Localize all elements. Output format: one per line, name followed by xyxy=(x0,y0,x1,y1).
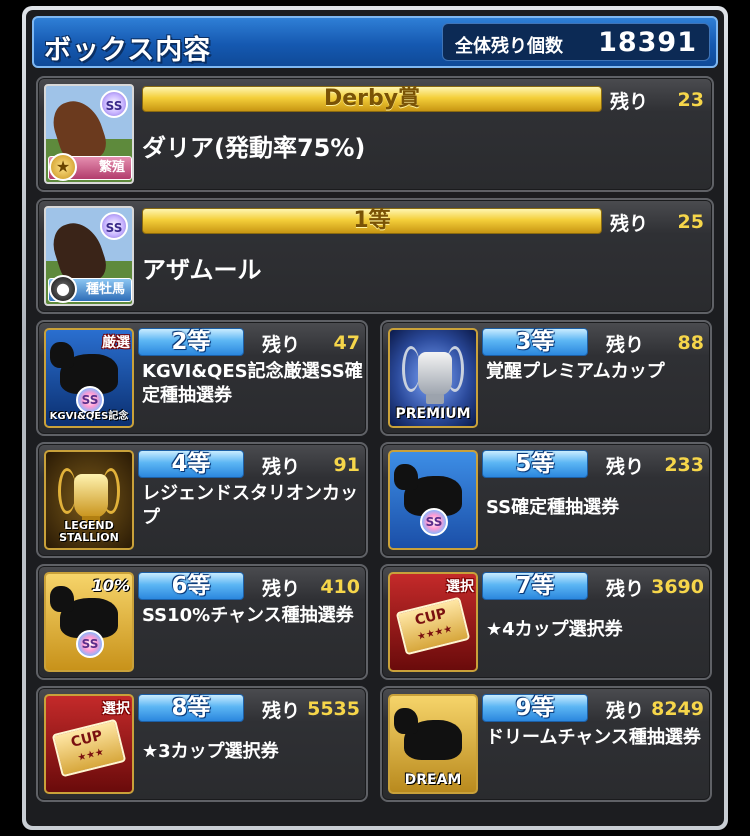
box-contents-window: ボックス内容 全体残り個数 18391 SS 繁殖 ★ Derby賞 残り 23… xyxy=(22,6,728,830)
prize-description: ドリームチャンス種抽選券 xyxy=(486,727,701,748)
prize-derby: SS 繁殖 ★ Derby賞 残り 23 ダリア(発動率75%) xyxy=(36,76,714,192)
total-remaining-box: 全体残り個数 18391 xyxy=(442,23,710,61)
prize-5th: SS 5等 残り 233 SS確定種抽選券 xyxy=(380,442,712,558)
select-corner-label: 厳選 xyxy=(102,335,130,351)
remaining-count: 25 xyxy=(677,211,704,233)
remaining-count: 88 xyxy=(677,332,704,354)
rank-bar: 7等 xyxy=(482,572,588,600)
prize-9th: DREAM 9等 残り 8249 ドリームチャンス種抽選券 xyxy=(380,686,712,802)
circle-icon: ● xyxy=(49,275,77,303)
chance-corner-label: 10% xyxy=(91,576,130,595)
rank-label: 3等 xyxy=(515,329,555,355)
ss-rank-badge: SS xyxy=(76,630,104,658)
remaining-count: 47 xyxy=(333,332,360,354)
rank-bar: 1等 xyxy=(142,208,602,234)
prize-7th: CUP ★★★★ 選択 7等 残り 3690 ★4カップ選択券 xyxy=(380,564,712,680)
cup-ticket-icon: CUP ★★★ xyxy=(51,718,127,778)
prize-8th: CUP ★★★ 選択 8等 残り 5535 ★3カップ選択券 xyxy=(36,686,368,802)
header-bar: ボックス内容 全体残り個数 18391 xyxy=(32,16,718,68)
broodmare-tag: 繁殖 ★ xyxy=(48,153,132,181)
rank-bar: 9等 xyxy=(482,694,588,722)
remaining-count: 91 xyxy=(333,454,360,476)
rank-label: 8等 xyxy=(171,695,211,721)
horse-photo-azamour: SS 種牡馬 ● xyxy=(44,206,134,306)
horse-photo-dahlia: SS 繁殖 ★ xyxy=(44,84,134,184)
star-icon: ★ xyxy=(49,153,77,181)
rank-bar: 3等 xyxy=(482,328,588,356)
trophy-icon xyxy=(74,474,108,526)
total-remaining-value: 18391 xyxy=(598,27,697,58)
ticket-thumbnail: SS 厳選 KGVI&QES記念 xyxy=(44,328,134,428)
prize-description: KGVI&QES記念厳選SS確定種抽選券 xyxy=(142,361,363,406)
rank-bar: 2等 xyxy=(138,328,244,356)
remaining-count: 5535 xyxy=(307,698,360,720)
page-title: ボックス内容 xyxy=(44,35,212,66)
remaining-count: 3690 xyxy=(651,576,704,598)
thumbnail-caption: DREAM xyxy=(404,772,462,788)
rank-label: 7等 xyxy=(515,573,555,599)
trophy-icon xyxy=(418,352,452,404)
select-corner-label: 選択 xyxy=(446,579,474,595)
prize-description: ★3カップ選択券 xyxy=(142,741,279,762)
stallion-tag: 種牡馬 ● xyxy=(48,275,132,303)
remaining-count: 410 xyxy=(320,576,360,598)
prize-2nd: SS 厳選 KGVI&QES記念 2等 残り 47 KGVI&QES記念厳選SS… xyxy=(36,320,368,436)
ticket-thumbnail: SS xyxy=(388,450,478,550)
prize-6th: SS 10% 6等 残り 410 SS10%チャンス種抽選券 xyxy=(36,564,368,680)
ss-rank-badge: SS xyxy=(100,212,128,240)
total-remaining-label: 全体残り個数 xyxy=(455,36,563,57)
remaining-count: 8249 xyxy=(651,698,704,720)
cup-ticket-thumbnail: CUP ★★★★ 選択 xyxy=(388,572,478,672)
thumbnail-caption: PREMIUM xyxy=(395,406,471,422)
ticket-thumbnail: SS 10% xyxy=(44,572,134,672)
rank-bar: 5等 xyxy=(482,450,588,478)
prize-3rd: PREMIUM 3等 残り 88 覚醒プレミアムカップ xyxy=(380,320,712,436)
cup-ticket-thumbnail: CUP ★★★ 選択 xyxy=(44,694,134,794)
rank-label: 4等 xyxy=(171,451,211,477)
tag-label: 種牡馬 xyxy=(85,282,125,297)
select-corner-label: 選択 xyxy=(102,701,130,717)
remaining-count: 23 xyxy=(677,89,704,111)
ticket-thumbnail: DREAM xyxy=(388,694,478,794)
rank-label: 5等 xyxy=(515,451,555,477)
rank-label: 1等 xyxy=(353,208,391,233)
prize-description: SS10%チャンス種抽選券 xyxy=(142,605,354,626)
cup-thumbnail: LEGEND STALLION xyxy=(44,450,134,550)
box-contents-panel: ボックス内容 全体残り個数 18391 SS 繁殖 ★ Derby賞 残り 23… xyxy=(26,10,724,826)
remaining-label: 残り xyxy=(610,213,649,235)
prize-4th: LEGEND STALLION 4等 残り 91 レジェンドスタリオンカップ xyxy=(36,442,368,558)
remaining-label: 残り xyxy=(610,91,649,113)
rank-bar: 4等 xyxy=(138,450,244,478)
ss-rank-badge: SS xyxy=(100,90,128,118)
rank-label: 9等 xyxy=(515,695,555,721)
horse-silhouette-icon xyxy=(394,708,462,760)
prize-1st: SS 種牡馬 ● 1等 残り 25 アザムール xyxy=(36,198,714,314)
rank-bar: 8等 xyxy=(138,694,244,722)
rank-label: Derby賞 xyxy=(323,86,421,111)
rank-label: 6等 xyxy=(171,573,211,599)
ss-rank-badge: SS xyxy=(420,508,448,536)
rank-bar: Derby賞 xyxy=(142,86,602,112)
tag-label: 繁殖 xyxy=(98,160,125,175)
prize-name: アザムール xyxy=(142,256,262,284)
remaining-count: 233 xyxy=(664,454,704,476)
prize-description: レジェンドスタリオンカップ xyxy=(142,483,358,528)
rank-label: 2等 xyxy=(171,329,211,355)
thumbnail-caption: KGVI&QES記念 xyxy=(49,411,129,422)
cup-thumbnail: PREMIUM xyxy=(388,328,478,428)
thumbnail-caption: LEGEND STALLION xyxy=(59,519,119,544)
prize-description: 覚醒プレミアムカップ xyxy=(486,361,665,382)
cup-ticket-icon: CUP ★★★★ xyxy=(395,596,471,656)
prize-description: SS確定種抽選券 xyxy=(486,497,620,518)
prize-description: ★4カップ選択券 xyxy=(486,619,623,640)
rank-bar: 6等 xyxy=(138,572,244,600)
prize-name: ダリア(発動率75%) xyxy=(142,134,366,162)
